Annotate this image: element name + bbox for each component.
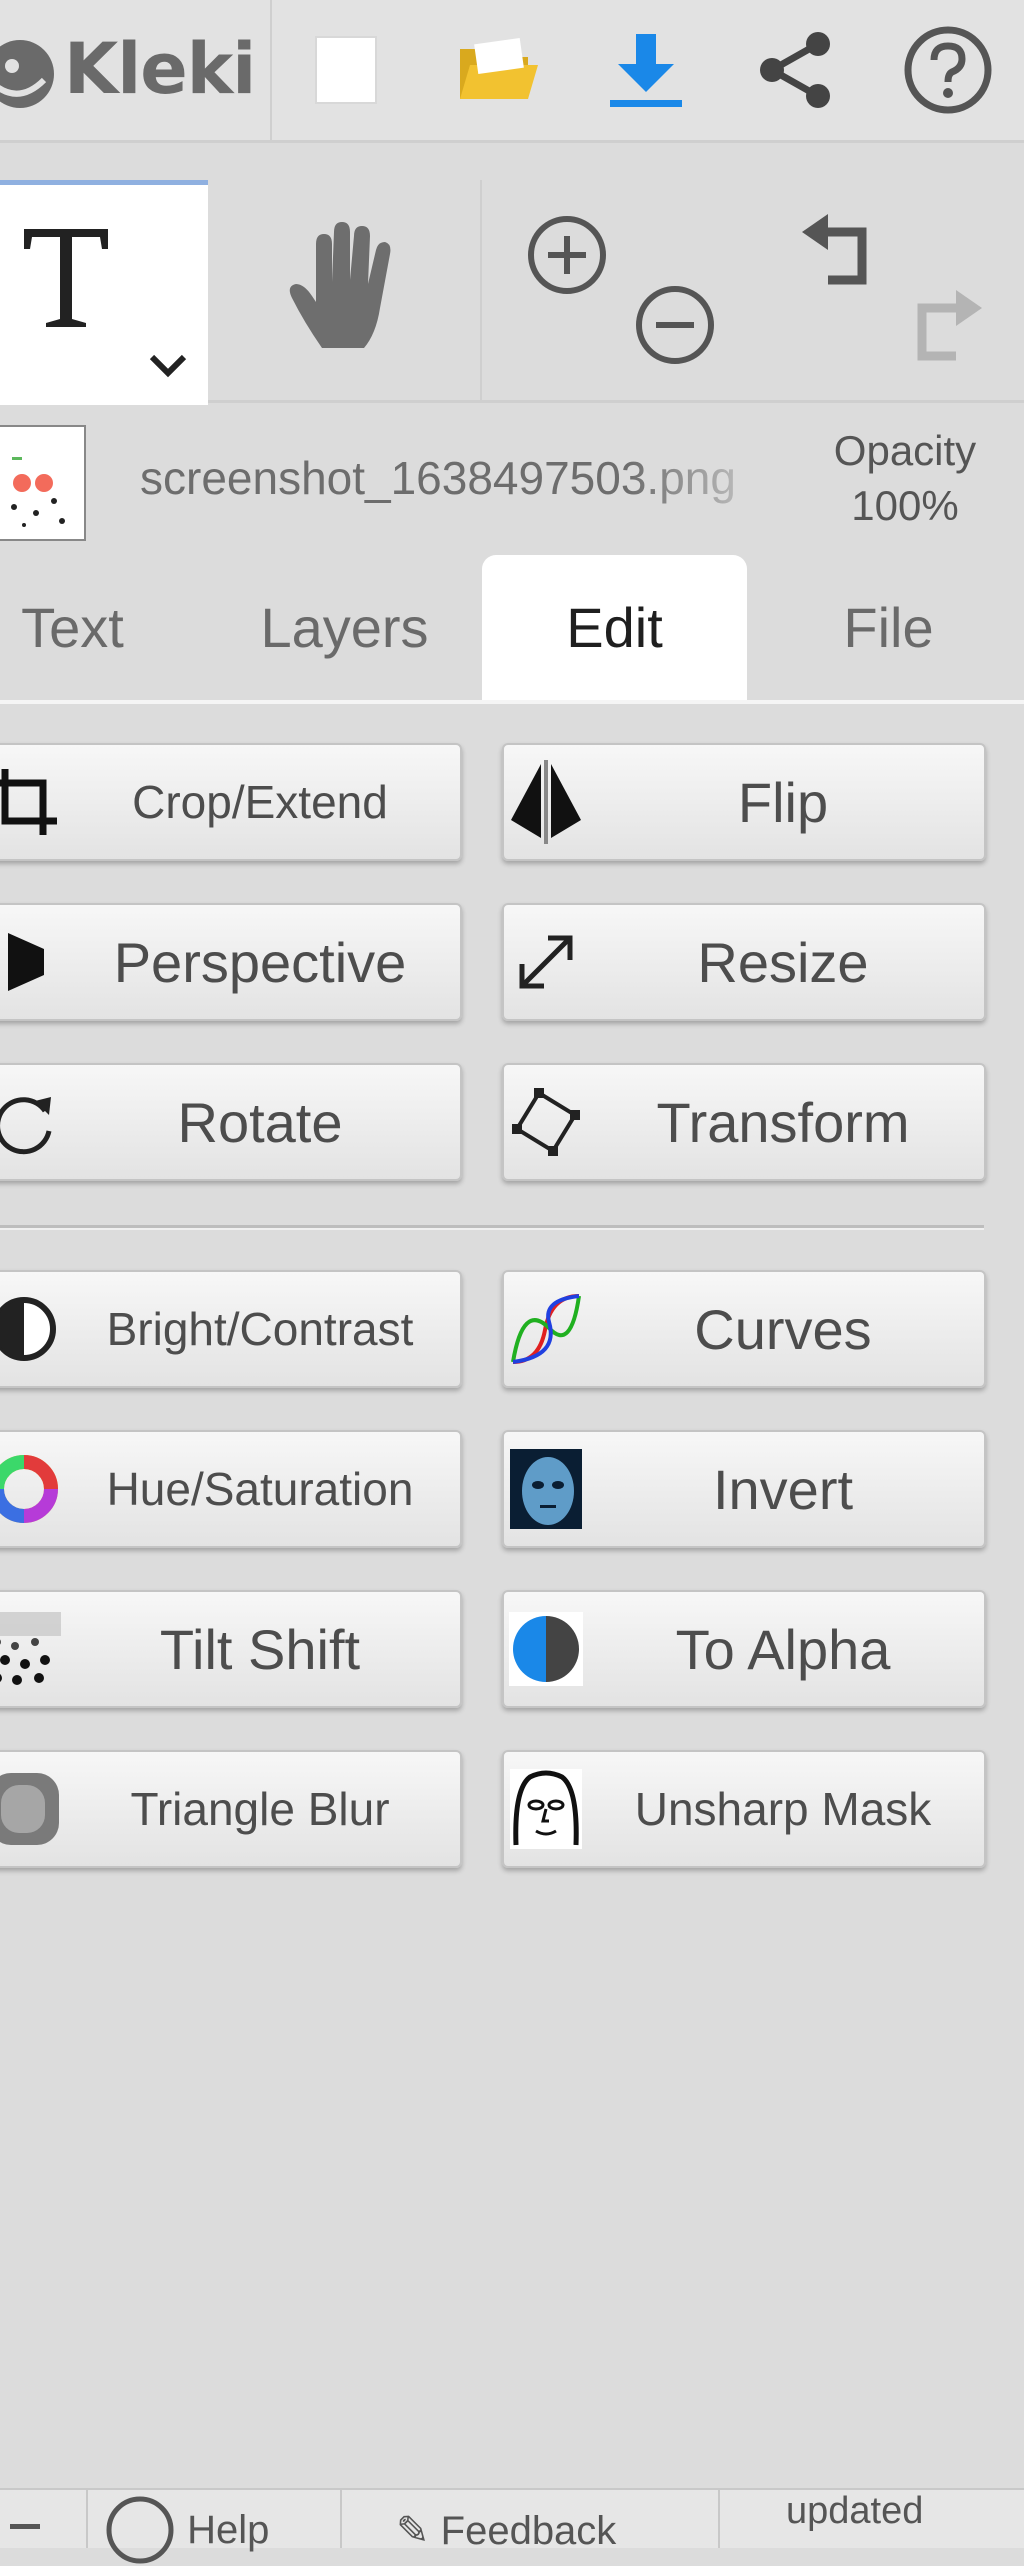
tilt-shift-label: Tilt Shift (159, 1617, 361, 1681)
share-icon (760, 32, 830, 108)
redo-icon[interactable] (906, 286, 986, 364)
perspective-icon (8, 933, 44, 991)
layer-opacity[interactable]: Opacity 100% (800, 423, 1010, 533)
open-folder-icon (460, 37, 538, 99)
help-icon (904, 26, 992, 114)
opacity-value: 100% (851, 482, 959, 529)
bright-contrast-label: Bright/Contrast (106, 1303, 414, 1355)
app-logo[interactable]: Kleki (0, 0, 272, 140)
unsharp-mask-label: Unsharp Mask (634, 1783, 932, 1835)
kleki-logo-icon (0, 40, 54, 108)
tab-layers[interactable]: Layers (212, 555, 477, 700)
bright-contrast-icon (0, 1297, 56, 1361)
curves-button[interactable]: Curves (502, 1270, 986, 1388)
curves-icon (511, 1294, 581, 1364)
unsharp-mask-button[interactable]: Unsharp Mask (502, 1750, 986, 1868)
unsharp-mask-icon (510, 1769, 582, 1849)
zoom-out-icon[interactable] (634, 284, 716, 366)
bottom-separator (718, 2490, 720, 2548)
hue-saturation-button[interactable]: Hue/Saturation (0, 1430, 462, 1548)
flip-label: Flip (737, 770, 829, 834)
layer-row: screenshot_1638497503.png Opacity 100% (0, 403, 1024, 553)
hand-tool-icon (289, 222, 391, 348)
tab-bar: Text Layers Edit File (0, 555, 1024, 704)
feedback-link[interactable]: ✎ Feedback (396, 2508, 616, 2554)
crop-extend-button[interactable]: Crop/Extend (0, 743, 462, 861)
undo-icon[interactable] (798, 210, 878, 288)
invert-button[interactable]: Invert (502, 1430, 986, 1548)
share-button[interactable] (746, 20, 846, 120)
transform-icon (512, 1088, 580, 1156)
pencil-icon: ✎ (396, 2509, 430, 2553)
transform-button[interactable]: Transform (502, 1063, 986, 1181)
invert-label: Invert (712, 1457, 854, 1521)
bottom-separator (340, 2490, 342, 2548)
chevron-down-icon (149, 354, 187, 378)
triangle-blur-button[interactable]: Triangle Blur (0, 1750, 462, 1868)
text-tool-button[interactable] (0, 180, 208, 405)
help-button[interactable] (898, 20, 998, 120)
perspective-button[interactable]: Perspective (0, 903, 462, 1021)
zoom-group (482, 180, 772, 400)
crop-icon (0, 769, 57, 835)
resize-label: Resize (697, 930, 869, 994)
flip-icon (511, 760, 581, 844)
menu-icon[interactable] (10, 2524, 40, 2529)
help-label: Help (187, 2508, 270, 2552)
to-alpha-button[interactable]: To Alpha (502, 1590, 986, 1708)
updated-label: updated (786, 2490, 924, 2532)
help-link[interactable]: Help (104, 2494, 269, 2566)
perspective-label: Perspective (113, 930, 407, 994)
layer-thumbnail[interactable] (0, 425, 86, 541)
rotate-icon (0, 1097, 52, 1155)
app-name: Kleki (64, 28, 256, 110)
file-name: screenshot_1638497503.png (140, 452, 736, 504)
transform-label: Transform (656, 1090, 910, 1154)
to-alpha-icon (509, 1612, 583, 1686)
thumbnail-image (11, 457, 65, 527)
to-alpha-label: To Alpha (675, 1617, 891, 1681)
resize-icon (519, 935, 573, 989)
download-button[interactable] (596, 20, 696, 120)
tilt-shift-button[interactable]: Tilt Shift (0, 1590, 462, 1708)
section-divider (0, 1225, 984, 1230)
rotate-button[interactable]: Rotate (0, 1063, 462, 1181)
tab-edit[interactable]: Edit (482, 555, 747, 700)
tilt-shift-icon (0, 1612, 61, 1685)
bright-contrast-button[interactable]: Bright/Contrast (0, 1270, 462, 1388)
triangle-blur-icon (0, 1773, 59, 1845)
tab-file[interactable]: File (756, 555, 1021, 700)
new-image-icon (315, 36, 377, 104)
text-tool-icon (24, 229, 108, 327)
curves-label: Curves (694, 1297, 872, 1361)
download-icon (610, 34, 682, 107)
triangle-blur-label: Triangle Blur (130, 1783, 390, 1835)
feedback-label: Feedback (440, 2509, 617, 2553)
rotate-label: Rotate (177, 1090, 343, 1154)
new-image-button[interactable] (296, 20, 396, 120)
invert-icon (510, 1449, 582, 1529)
opacity-label: Opacity (833, 427, 977, 474)
hue-saturation-label: Hue/Saturation (106, 1463, 414, 1515)
hue-saturation-icon (0, 1455, 58, 1523)
tool-row (0, 180, 1024, 405)
resize-button[interactable]: Resize (502, 903, 986, 1021)
zoom-in-icon[interactable] (526, 214, 608, 296)
flip-button[interactable]: Flip (502, 743, 986, 861)
open-button[interactable] (448, 20, 548, 120)
top-bar: Kleki (0, 0, 1024, 143)
bottom-bar: Help ✎ Feedback updated (0, 2488, 1024, 2564)
crop-extend-label: Crop/Extend (132, 776, 388, 828)
tab-text[interactable]: Text (0, 555, 205, 700)
help-circle-icon (106, 2496, 174, 2564)
history-group (772, 180, 1024, 400)
bottom-separator (86, 2490, 88, 2548)
hand-tool-button[interactable] (210, 180, 482, 400)
